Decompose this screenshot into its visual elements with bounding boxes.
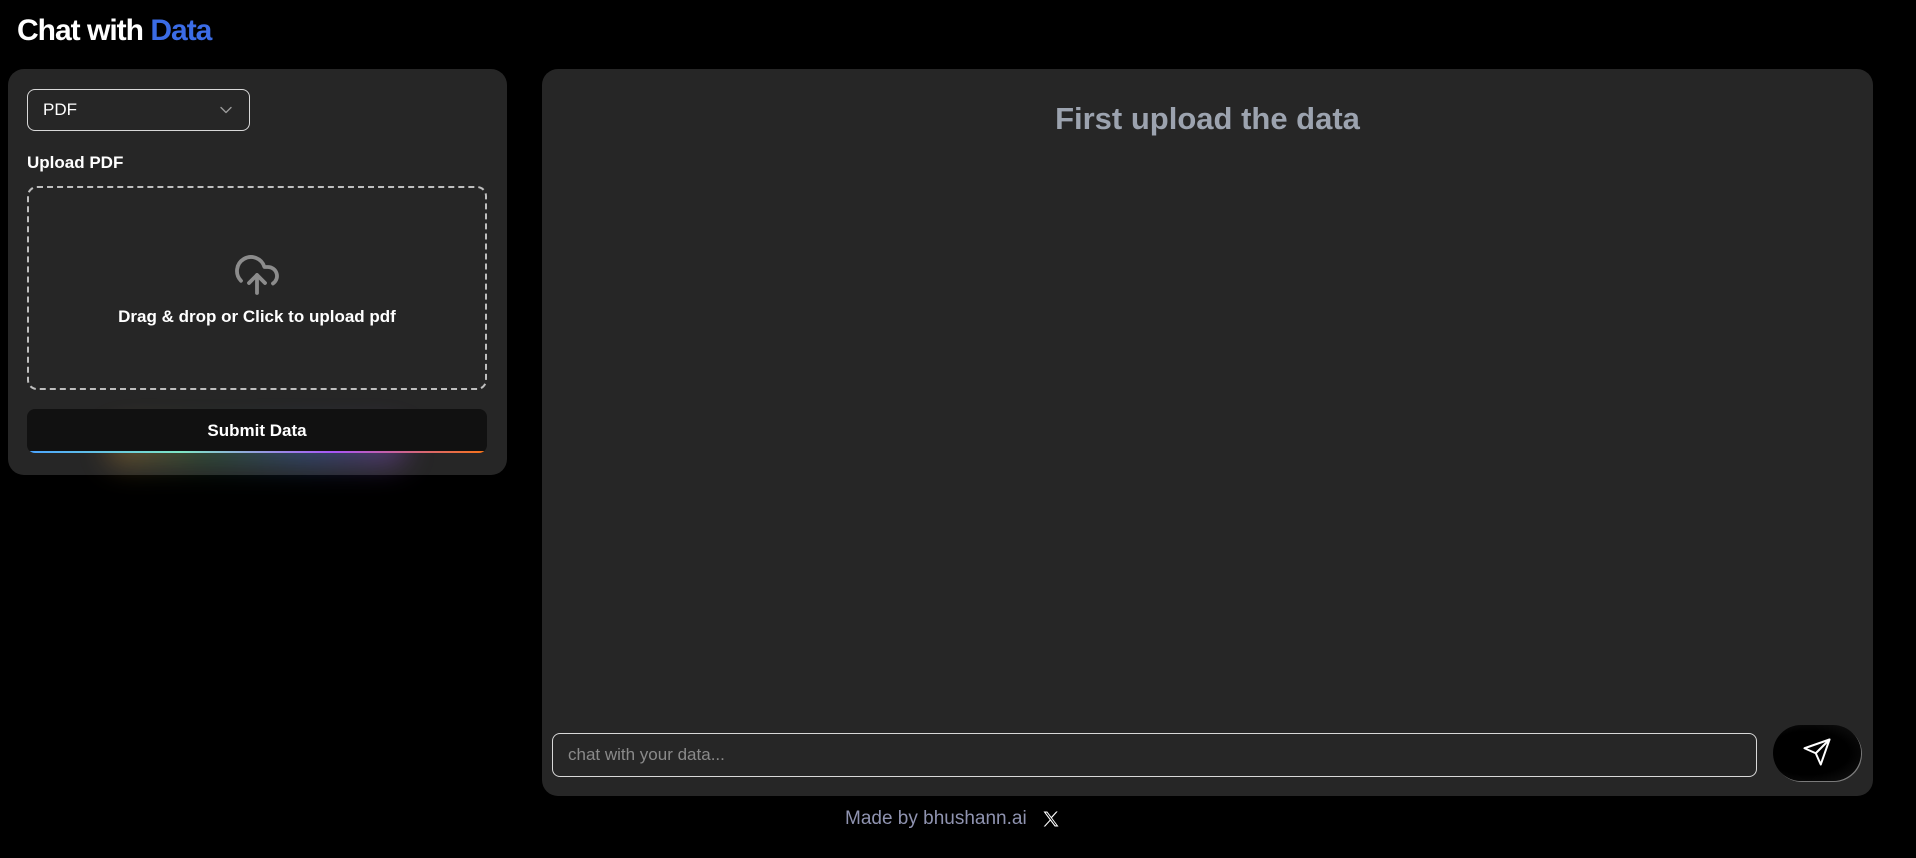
chat-panel: First upload the data: [542, 69, 1873, 796]
chat-empty-heading: First upload the data: [1055, 101, 1360, 136]
cloud-upload-icon: [233, 251, 281, 299]
send-button[interactable]: [1773, 725, 1861, 781]
upload-label: Upload PDF: [27, 153, 124, 172]
source-type-select[interactable]: PDF: [27, 89, 250, 131]
submit-data-button[interactable]: Submit Data: [27, 409, 487, 453]
app-title-accent: Data: [150, 14, 212, 47]
dropzone-text: Drag & drop or Click to upload pdf: [118, 307, 396, 326]
chat-input[interactable]: [552, 733, 1757, 777]
footer: Made by bhushann.ai: [845, 808, 1061, 830]
send-icon: [1802, 737, 1832, 770]
x-logo-icon[interactable]: [1041, 809, 1061, 829]
app-title: Chat with Data: [17, 12, 212, 50]
data-source-panel: PDF Upload PDF Drag & drop or Click to u…: [8, 69, 507, 475]
source-type-selected-value: PDF: [43, 100, 77, 119]
file-dropzone[interactable]: Drag & drop or Click to upload pdf: [27, 186, 487, 390]
chevron-down-icon: [219, 103, 233, 117]
submit-data-label: Submit Data: [207, 421, 307, 440]
footer-credit: Made by bhushann.ai: [845, 808, 1027, 829]
app-title-main: Chat with: [17, 14, 144, 47]
submit-wrapper: Submit Data: [27, 409, 487, 465]
